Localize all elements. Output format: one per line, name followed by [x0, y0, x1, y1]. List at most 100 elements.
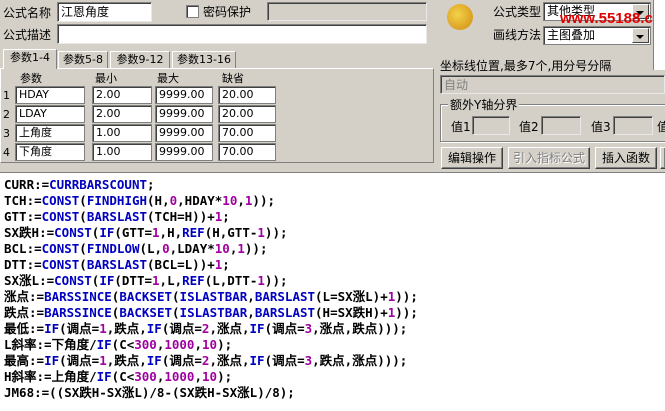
code-line: SX涨L:=CONST(IF(DTT=1,L,REF(L,DTT-1)); [4, 273, 288, 289]
formula-desc-input[interactable] [57, 24, 427, 44]
code-token: JM68:=((SX跌H-SX涨L)/8-(SX跌H-SX涨L)/8); [4, 385, 295, 400]
param-max-input[interactable]: 9999.00 [155, 143, 213, 161]
code-line: SX跌H:=CONST(IF(GTT=1,H,REF(H,GTT-1)); [4, 225, 288, 241]
code-token: ( [79, 241, 87, 256]
password-label: 密码保护 [203, 5, 252, 19]
param-header-min: 最小 [95, 72, 117, 85]
param-default-input[interactable]: 70.00 [218, 143, 276, 161]
param-name-value: 上角度 [19, 126, 52, 139]
draw-method-label: 画线方法 [493, 28, 542, 42]
code-token: ; [222, 257, 230, 272]
param-min-value: 2.00 [96, 88, 121, 101]
code-line: DTT:=CONST(BARSLAST(BCL=L))+1; [4, 257, 230, 273]
formula-name-label: 公式名称 [3, 6, 52, 20]
code-token: IF [99, 225, 115, 240]
code-token: , [237, 193, 245, 208]
code-line: 最低:=IF(调点=1,跌点,IF(调点=2,涨点,IF(调点=3,涨点,跌点)… [4, 321, 407, 337]
code-line: 跌点:=BARSSINCE(BACKSET(ISLASTBAR,BARSLAST… [4, 305, 418, 321]
param-header-max: 最大 [157, 72, 179, 85]
code-token: , [194, 337, 202, 352]
password-checkbox[interactable] [186, 5, 199, 18]
formula-name-input[interactable]: 江恩角度 [57, 2, 152, 22]
code-token: IF [146, 321, 162, 336]
code-token: BACKSET [119, 305, 173, 320]
tab-params-1-4[interactable]: 参数1-4 [3, 49, 57, 69]
code-token: (调点= [59, 321, 100, 336]
param-min-input[interactable]: 1.00 [92, 143, 152, 161]
code-token: (C< [111, 337, 135, 352]
import-formula-button[interactable]: 引入指标公式 [508, 147, 590, 169]
code-token: BARSLAST [254, 305, 316, 320]
code-token: IF [96, 337, 112, 352]
code-token: 10 [202, 369, 218, 384]
code-token: )); [244, 241, 268, 256]
code-token: 跌点:= [4, 305, 45, 320]
tab-params-13-16[interactable]: 参数13-16 [172, 51, 236, 68]
code-token: 涨点:= [4, 289, 45, 304]
param-max-input[interactable]: 9999.00 [155, 86, 213, 104]
param-min-input[interactable]: 2.00 [92, 105, 152, 123]
code-token: CONST [41, 241, 80, 256]
param-name-value: LDAY [19, 107, 47, 120]
param-default-input[interactable]: 70.00 [218, 124, 276, 142]
param-max-input[interactable]: 9999.00 [155, 105, 213, 123]
tab-params-9-12[interactable]: 参数9-12 [110, 51, 170, 68]
code-token: (调点= [59, 353, 100, 368]
code-token: BCL:= [4, 241, 42, 256]
code-token: 1 [99, 353, 107, 368]
code-token: BARSLAST [254, 289, 316, 304]
value-3-input [613, 116, 653, 135]
code-token: 最低:= [4, 321, 45, 336]
tab-params-5-8[interactable]: 参数5-8 [58, 51, 108, 68]
code-editor[interactable]: CURR:=CURRBARSCOUNT; TCH:=CONST(FINDHIGH(… [0, 172, 665, 411]
code-token: TCH:= [4, 193, 42, 208]
param-max-value: 9999.00 [159, 107, 205, 120]
code-token: ,涨点, [209, 321, 250, 336]
param-max-input[interactable]: 9999.00 [155, 124, 213, 142]
param-name-input[interactable]: HDAY [15, 86, 85, 104]
code-token: ( [79, 193, 87, 208]
param-min-input[interactable]: 2.00 [92, 86, 152, 104]
code-token: CONST [54, 225, 92, 240]
param-default-input[interactable]: 20.00 [218, 86, 276, 104]
code-token: (H=SX跌H)+ [315, 305, 388, 320]
code-token: , [247, 289, 255, 304]
edit-operation-button[interactable]: 编辑操作 [441, 147, 503, 169]
watermark-text: www.55188.com [560, 10, 665, 27]
param-default-input[interactable]: 20.00 [218, 105, 276, 123]
code-token: ,L, [159, 273, 183, 288]
code-token: 0 [162, 241, 170, 256]
code-token: 10 [202, 337, 218, 352]
overflow-button[interactable] [660, 147, 665, 169]
value-4-label: 值 [657, 120, 665, 134]
code-token: 1 [257, 273, 265, 288]
code-token: IF [96, 369, 112, 384]
param-name-input[interactable]: 下角度 [15, 143, 85, 161]
code-token: ; [147, 177, 155, 192]
code-token: CURR:= [4, 177, 50, 192]
draw-method-select[interactable]: 主图叠加 [543, 26, 651, 45]
code-token: )); [252, 193, 275, 208]
code-token: 1 [257, 225, 265, 240]
param-name-input[interactable]: LDAY [15, 105, 85, 123]
code-token: , [194, 369, 202, 384]
code-token: CONST [41, 193, 80, 208]
code-token: 1000 [164, 337, 195, 352]
code-token: (H, [147, 193, 170, 208]
code-token: 10 [214, 241, 230, 256]
param-name-input[interactable]: 上角度 [15, 124, 85, 142]
code-token: 1 [152, 225, 160, 240]
param-default-value: 70.00 [222, 145, 254, 158]
chevron-down-icon[interactable] [632, 28, 649, 43]
code-token: 1 [152, 273, 160, 288]
param-min-value: 2.00 [96, 107, 121, 120]
param-min-input[interactable]: 1.00 [92, 124, 152, 142]
param-name-value: 下角度 [19, 145, 52, 158]
code-token: (C< [111, 369, 135, 384]
axis-position-label: 坐标线位置,最多7个,用分号分隔 [440, 59, 612, 73]
code-token: CONST [41, 257, 80, 272]
code-token: 300 [134, 369, 157, 384]
code-line: BCL:=CONST(FINDLOW(L,0,LDAY*10,1)); [4, 241, 267, 257]
insert-function-button[interactable]: 插入函数 [595, 147, 657, 169]
param-default-value: 20.00 [222, 88, 254, 101]
